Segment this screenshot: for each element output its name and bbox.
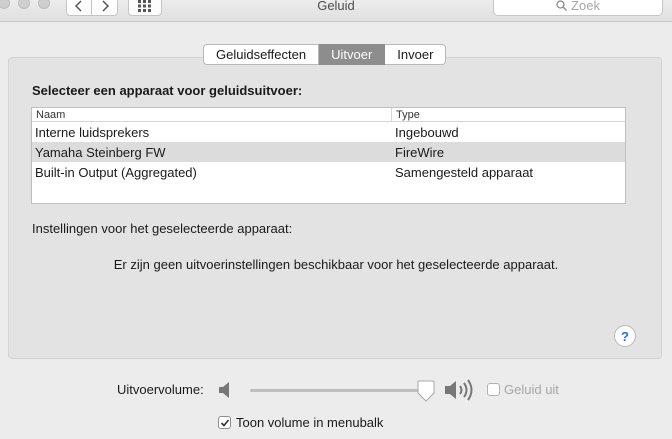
speaker-low-icon bbox=[219, 382, 229, 398]
menubar-volume-label: Toon volume in menubalk bbox=[236, 415, 384, 430]
table-row[interactable]: Built-in Output (Aggregated) Samengestel… bbox=[32, 162, 625, 182]
tab-uitvoer[interactable]: Uitvoer bbox=[319, 44, 386, 65]
mute-label: Geluid uit bbox=[504, 382, 559, 397]
device-type: FireWire bbox=[395, 144, 445, 160]
table-row[interactable]: Interne luidsprekers Ingebouwd bbox=[32, 122, 625, 142]
tab-bar: Geluidseffecten Uitvoer Invoer bbox=[203, 44, 447, 66]
title-bar: Geluid Zoek bbox=[0, 0, 672, 22]
mute-control[interactable]: Geluid uit bbox=[487, 382, 559, 397]
speaker-high-icon bbox=[445, 379, 473, 401]
no-settings-message: Er zijn geen uitvoerinstellingen beschik… bbox=[113, 257, 559, 272]
column-header-type[interactable]: Type bbox=[392, 108, 420, 121]
help-button[interactable]: ? bbox=[614, 325, 636, 347]
table-row-selected[interactable]: Yamaha Steinberg FW FireWire bbox=[32, 142, 625, 162]
mute-checkbox[interactable] bbox=[487, 383, 500, 396]
device-name: Built-in Output (Aggregated) bbox=[35, 164, 197, 180]
volume-label: Uitvoervolume: bbox=[117, 382, 204, 397]
output-panel: Selecteer een apparaat voor geluidsuitvo… bbox=[8, 57, 662, 359]
device-type: Samengesteld apparaat bbox=[395, 164, 534, 180]
output-heading: Selecteer een apparaat voor geluidsuitvo… bbox=[32, 83, 303, 98]
help-icon: ? bbox=[621, 328, 629, 344]
search-field[interactable]: Zoek bbox=[493, 0, 663, 16]
device-name: Yamaha Steinberg FW bbox=[35, 144, 166, 160]
volume-slider-thumb[interactable] bbox=[417, 380, 435, 402]
search-icon bbox=[556, 0, 568, 11]
menubar-volume-checkbox[interactable] bbox=[218, 416, 231, 429]
device-name: Interne luidsprekers bbox=[35, 124, 150, 140]
tab-invoer[interactable]: Invoer bbox=[385, 44, 447, 65]
tab-geluidseffecten[interactable]: Geluidseffecten bbox=[203, 44, 320, 65]
device-type: Ingebouwd bbox=[395, 124, 459, 140]
device-table: Naam Type Interne luidsprekers Ingebouwd… bbox=[31, 107, 626, 204]
table-header: Naam Type bbox=[32, 108, 625, 122]
checkmark-icon bbox=[220, 418, 229, 427]
menubar-volume-control[interactable]: Toon volume in menubalk bbox=[218, 415, 383, 430]
search-placeholder: Zoek bbox=[571, 0, 600, 13]
column-header-name[interactable]: Naam bbox=[32, 108, 392, 121]
settings-label: Instellingen voor het geselecteerde appa… bbox=[32, 221, 293, 236]
volume-slider-track[interactable] bbox=[250, 389, 430, 392]
